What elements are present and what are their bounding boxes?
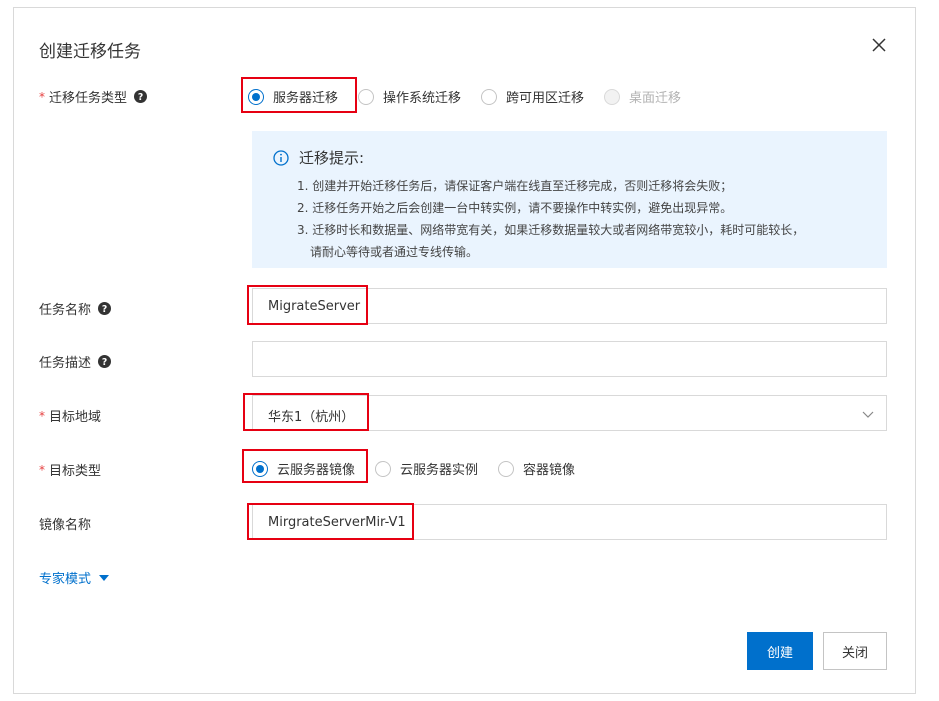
chevron-down-icon[interactable] — [862, 408, 874, 420]
close-icon[interactable] — [869, 35, 889, 55]
target-region-label: * 目标地域 — [39, 408, 102, 426]
highlight-box — [243, 393, 369, 431]
help-icon[interactable]: ? — [98, 302, 112, 315]
image-name-label: 镜像名称 — [39, 518, 92, 533]
caret-down-icon — [99, 574, 110, 581]
highlight-box — [247, 503, 414, 540]
migration-tip-box: 迁移提示: 1. 创建并开始迁移任务后，请保证客户端在线直至迁移完成，否则迁移将… — [252, 131, 887, 268]
radio-circle[interactable] — [481, 88, 498, 105]
radio-circle[interactable] — [375, 460, 392, 477]
tip-line: 请耐心等待或者通过专线传输。 — [310, 245, 479, 259]
svg-text:?: ? — [102, 304, 107, 315]
dialog-title: 创建迁移任务 — [39, 42, 141, 62]
highlight-box — [241, 77, 357, 113]
required-mark: * — [39, 89, 45, 104]
tip-line: 1. 创建并开始迁移任务后，请保证客户端在线直至迁移完成，否则迁移将会失败； — [297, 179, 733, 193]
radio-desktop-migration: 桌面迁移 — [604, 87, 681, 106]
tip-line: 2. 迁移任务开始之后会创建一台中转实例，请不要操作中转实例，避免出现异常。 — [297, 201, 733, 215]
svg-text:?: ? — [102, 357, 107, 368]
task-desc-label: 任务描述 ? — [39, 352, 112, 371]
task-type-label: * 迁移任务类型 ? — [39, 87, 148, 106]
tip-header: 迁移提示: — [273, 147, 364, 168]
target-type-label: * 目标类型 — [39, 462, 102, 480]
radio-cross-zone-migration[interactable]: 跨可用区迁移 — [481, 87, 584, 106]
task-desc-input[interactable] — [252, 341, 887, 377]
radio-os-migration[interactable]: 操作系统迁移 — [358, 87, 461, 106]
info-icon — [273, 149, 289, 166]
help-icon[interactable]: ? — [98, 355, 112, 368]
help-icon[interactable]: ? — [134, 90, 148, 103]
required-mark: * — [39, 462, 45, 477]
radio-circle[interactable] — [498, 460, 515, 477]
required-mark: * — [39, 408, 45, 423]
radio-circle — [604, 88, 621, 105]
highlight-box — [242, 449, 368, 483]
radio-circle[interactable] — [358, 88, 375, 105]
expert-mode-toggle[interactable]: 专家模式 — [39, 568, 110, 587]
highlight-box — [247, 285, 368, 325]
close-button[interactable]: 关闭 — [823, 632, 887, 670]
create-button[interactable]: 创建 — [747, 632, 813, 670]
task-name-label: 任务名称 ? — [39, 299, 112, 318]
tip-line: 3. 迁移时长和数据量、网络带宽有关，如果迁移数据量较大或者网络带宽较小，耗时可… — [297, 223, 805, 237]
svg-text:?: ? — [138, 92, 143, 103]
radio-ecs-instance[interactable]: 云服务器实例 — [375, 459, 478, 478]
radio-container-image[interactable]: 容器镜像 — [498, 459, 575, 478]
